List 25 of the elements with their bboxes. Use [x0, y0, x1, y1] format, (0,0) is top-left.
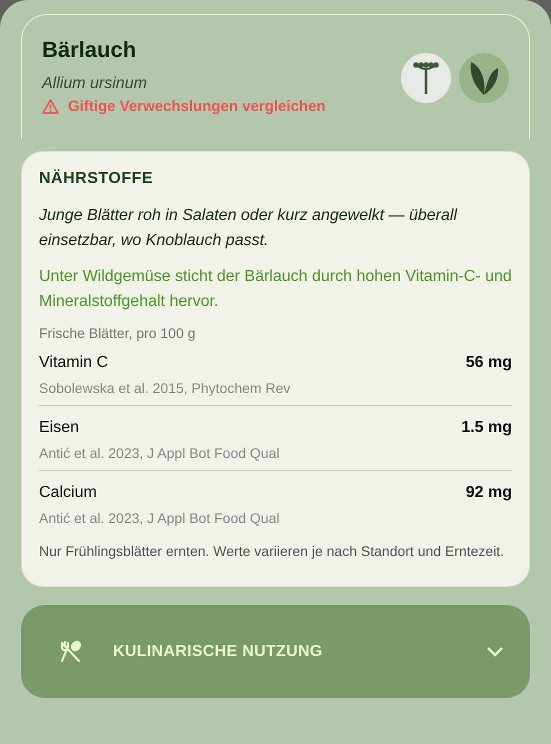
source-citation: Antić et al. 2023, J Appl Bot Food Qual: [39, 445, 280, 461]
nutrient-value: 56 mg: [466, 354, 512, 372]
nutrient-name: Eisen: [39, 419, 80, 437]
section-heading: NÄHRSTOFFE: [39, 170, 154, 188]
latin-name: Allium ursinum: [42, 75, 148, 93]
view-toggle[interactable]: [459, 53, 509, 103]
warning-icon: [42, 99, 59, 114]
source-citation: Antić et al. 2023, J Appl Bot Food Qual: [39, 510, 280, 526]
nutrient-value: 92 mg: [466, 484, 512, 502]
nutrient-name: Calcium: [39, 484, 97, 502]
flower-stem-icon: [413, 61, 439, 95]
highlight-text: Unter Wildgemüse sticht der Bärlauch durch hohen Vitamin-C- und Mineralstoffgehalt hervor.: [39, 267, 512, 312]
nutrient-value: 1.5 mg: [461, 419, 512, 437]
plant-title: Bärlauch: [42, 37, 138, 63]
chevron-icon: [486, 646, 504, 658]
footnote: Nur Frühlingsblätter ernten. Werte variieren je nach Standort und Erntezeit.: [39, 542, 506, 561]
cutlery-icon: [59, 640, 83, 664]
source-citation: Sobolewska et al. 2015, Phytochem Rev: [39, 380, 292, 396]
nutrient-name: Vitamin C: [39, 354, 108, 372]
usage-note: Junge Blätter roh in Salaten oder kurz angewelkt — überall einsetzbar, wo Knoblauch passt.: [39, 206, 458, 251]
view-toggle[interactable]: [401, 53, 451, 103]
culinary-accordion[interactable]: KULINARISCHE NUTZUNG: [21, 605, 530, 698]
leaves-icon: [469, 60, 499, 96]
warning-link[interactable]: Giftige Verwechslungen vergleichen: [42, 98, 326, 115]
basis-label: Frische Blätter, pro 100 g: [39, 325, 196, 341]
